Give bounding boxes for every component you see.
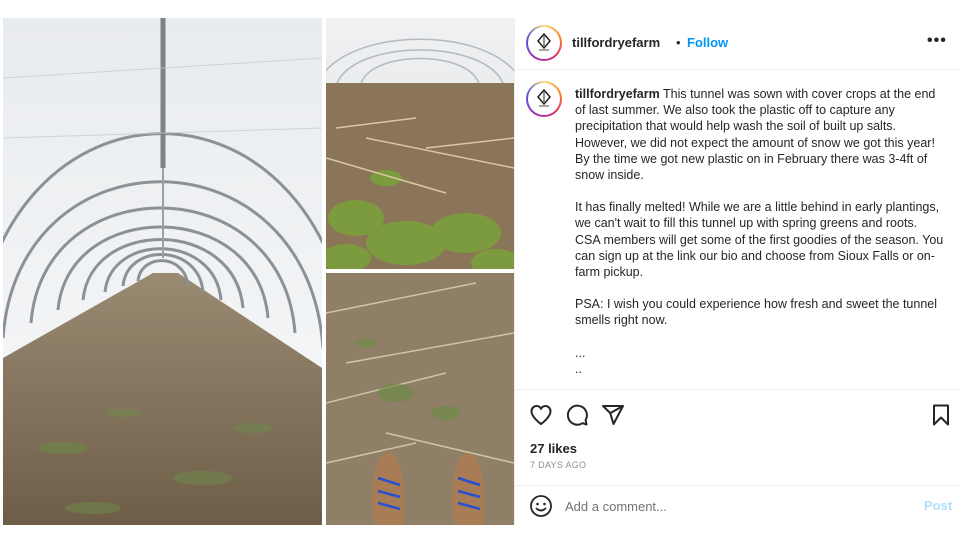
follow-button[interactable]: Follow — [687, 35, 728, 50]
comment-input[interactable] — [565, 495, 905, 517]
header-username[interactable]: tillfordryefarm — [572, 35, 660, 50]
caption-paragraph: PSA: I wish you could experience how fre… — [575, 297, 938, 328]
caption-paragraph: tillfordryefarm This tunnel was sown wit… — [575, 86, 945, 183]
caption-ellipsis: ... — [575, 345, 586, 360]
heart-icon[interactable] — [529, 403, 553, 427]
farm-logo-icon — [537, 88, 551, 107]
bookmark-icon[interactable] — [929, 403, 953, 427]
post-caption: tillfordryefarm This tunnel was sown wit… — [575, 86, 945, 377]
post-timestamp[interactable]: 7 DAYS AGO — [530, 460, 586, 470]
avatar[interactable] — [526, 25, 562, 61]
caption-text: This tunnel was sown with cover crops at… — [575, 87, 936, 183]
caption-paragraph: It has finally melted! While we are a li… — [575, 200, 944, 280]
separator-dot: • — [676, 35, 681, 50]
comment-bar: Post — [515, 485, 960, 525]
post-photo-soil-boots — [326, 273, 514, 525]
caption-area: tillfordryefarm This tunnel was sown wit… — [515, 71, 960, 389]
caption-ellipsis: .. — [575, 361, 582, 376]
post-side-panel: tillfordryefarm • Follow ••• tillfordrye… — [514, 18, 960, 525]
smiley-face-icon[interactable] — [529, 494, 553, 518]
comment-bubble-icon[interactable] — [565, 403, 589, 427]
caption-avatar[interactable] — [526, 81, 562, 117]
post-header: tillfordryefarm • Follow ••• — [515, 18, 960, 70]
farm-logo-icon — [537, 32, 551, 51]
like-count[interactable]: 27 likes — [530, 441, 577, 456]
post-comment-button[interactable]: Post — [924, 498, 952, 513]
post-photo-cover-crop — [326, 18, 514, 269]
more-options-icon[interactable]: ••• — [927, 32, 949, 52]
post-photo-tunnel-interior — [3, 18, 322, 525]
paper-plane-icon[interactable] — [601, 403, 625, 427]
caption-username[interactable]: tillfordryefarm — [575, 87, 660, 101]
